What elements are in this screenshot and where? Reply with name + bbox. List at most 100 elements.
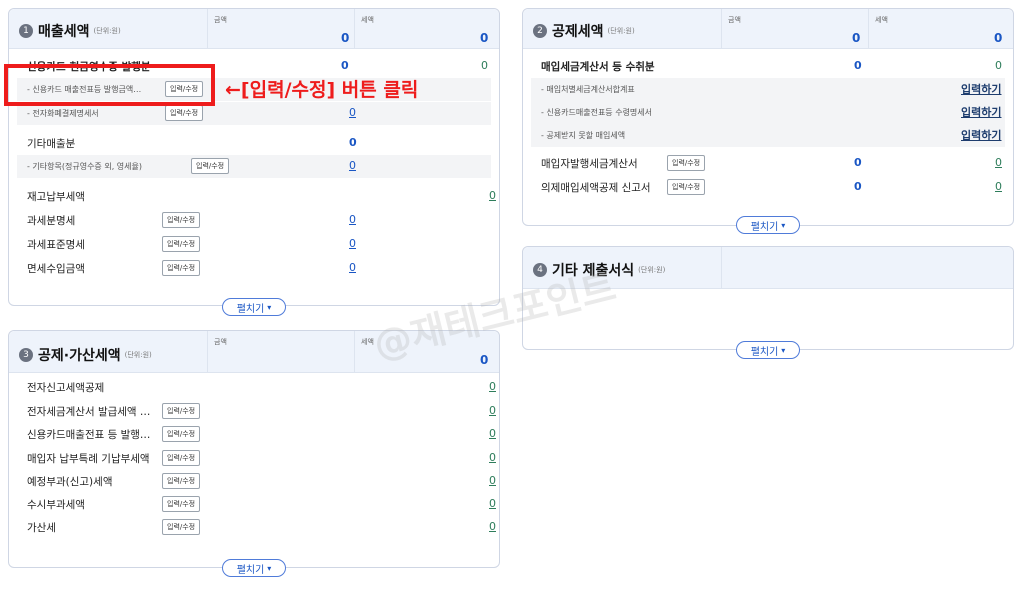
value-link[interactable]: 0 [489, 427, 496, 440]
chevron-down-icon: ▾ [267, 563, 272, 573]
input-edit-button[interactable]: 입력/수정 [162, 519, 201, 535]
value-link[interactable]: 0 [349, 261, 356, 274]
row-purchase-summary: - 매입처별세금계산서합계표 입력하기 [531, 78, 1005, 101]
input-edit-button[interactable]: 입력/수정 [162, 496, 201, 512]
value-link[interactable]: 0 [349, 213, 356, 226]
input-edit-button[interactable]: 입력/수정 [667, 179, 706, 195]
value-link[interactable]: 0 [995, 156, 1002, 169]
value-link[interactable]: 0 [489, 380, 496, 393]
row-e-filing-credit: 전자신고세액공제 0 [17, 376, 496, 399]
input-edit-button[interactable]: 입력/수정 [162, 260, 201, 276]
input-edit-button[interactable]: 입력/수정 [162, 212, 201, 228]
row-label: 신용카드매출전표 등 발행… [27, 429, 151, 441]
value-link[interactable]: 0 [489, 451, 496, 464]
row-label: 수시부과세액 [27, 499, 85, 511]
amount-value: 0 [854, 156, 862, 169]
highlight-box [4, 64, 215, 106]
row-card-receipt: - 신용카드매출전표등 수령명세서 입력하기 [531, 101, 1005, 124]
row-exempt-income: 면세수입금액 입력/수정 0 [17, 257, 491, 280]
input-link[interactable]: 입력하기 [961, 104, 1001, 120]
expand-button[interactable]: 펼치기 ▾ [222, 559, 286, 577]
row-label: 매입자 납부특례 기납부세액 [27, 453, 150, 465]
value-link[interactable]: 0 [349, 237, 356, 250]
value-link[interactable]: 0 [489, 474, 496, 487]
value-link[interactable]: 0 [489, 497, 496, 510]
amount-value: 0 [341, 59, 349, 72]
input-edit-button[interactable]: 입력/수정 [162, 450, 201, 466]
tax-total: 0 [994, 31, 1003, 45]
row-other-items: - 기타항목(정규영수증 외, 영세율) 입력/수정 0 [17, 155, 491, 178]
row-e-invoice-credit: 전자세금계산서 발급세액 … 입력/수정 0 [17, 400, 496, 423]
row-inventory-tax: 재고납부세액 0 [17, 185, 496, 208]
input-edit-button[interactable]: 입력/수정 [667, 155, 706, 171]
row-buyer-issued-invoice: 매입자발행세금계산서 입력/수정 0 0 [531, 152, 1005, 175]
input-edit-button[interactable]: 입력/수정 [162, 426, 201, 442]
chevron-down-icon: ▾ [781, 345, 786, 355]
row-occasional-tax: 수시부과세액 입력/수정 0 [17, 493, 496, 516]
expand-button[interactable]: 펼치기 ▾ [736, 341, 800, 359]
input-edit-button[interactable]: 입력/수정 [162, 403, 201, 419]
row-label: - 전자화폐결제명세서 [27, 109, 99, 118]
row-label: 매입세금계산서 등 수취분 [541, 61, 655, 73]
row-label: 예정부과(신고)세액 [27, 476, 113, 488]
amount-value: 0 [349, 136, 357, 149]
amount-value: 0 [854, 59, 862, 72]
value-link[interactable]: 0 [995, 180, 1002, 193]
row-preliminary-tax: 예정부과(신고)세액 입력/수정 0 [17, 470, 496, 493]
expand-button[interactable]: 펼치기 ▾ [222, 298, 286, 316]
input-link[interactable]: 입력하기 [961, 81, 1001, 97]
section-number-badge: 2 [533, 24, 547, 38]
row-label: - 공제받지 못할 매입세액 [541, 131, 626, 140]
row-label: 재고납부세액 [27, 191, 85, 203]
row-label: 의제매입세액공제 신고서 [541, 182, 651, 194]
panel-title: 2 공제세액 (단위:원) [533, 21, 635, 41]
amount-total: 0 [852, 31, 861, 45]
value-link[interactable]: 0 [489, 189, 496, 202]
row-purchase-invoice: 매입세금계산서 등 수취분 0 0 [531, 55, 1005, 78]
row-deemed-purchase: 의제매입세액공제 신고서 입력/수정 0 0 [531, 176, 1005, 199]
row-other-sales: 기타매출분 0 [17, 132, 491, 155]
row-label: 전자세금계산서 발급세액 … [27, 406, 151, 418]
tax-total: 0 [480, 353, 489, 367]
tax-value: 0 [995, 59, 1002, 72]
row-label: 과세표준명세 [27, 239, 85, 251]
expand-label: 펼치기 [750, 221, 779, 233]
chevron-down-icon: ▾ [267, 302, 272, 312]
row-label: 매입자발행세금계산서 [541, 158, 638, 170]
tax-value: 0 [481, 59, 488, 72]
section-number-badge: 3 [19, 348, 33, 362]
panel-header: 2 공제세액 (단위:원) 금액 0 세액 0 [523, 9, 1013, 49]
panel-title: 1 매출세액 (단위:원) [19, 21, 121, 41]
chevron-down-icon: ▾ [781, 220, 786, 230]
sales-tax-panel: 1 매출세액 (단위:원) 금액 0 세액 0 신용카드·현금영수증 발행분 0… [8, 8, 500, 316]
value-link[interactable]: 0 [349, 159, 356, 172]
unit-label: (단위:원) [607, 27, 635, 35]
panel-title: 3 공제·가산세액 (단위:원) [19, 345, 152, 365]
input-link[interactable]: 입력하기 [961, 127, 1001, 143]
section-title: 매출세액 [38, 24, 90, 40]
expand-button[interactable]: 펼치기 ▾ [736, 216, 800, 234]
tax-total: 0 [480, 31, 489, 45]
row-label: - 매입처별세금계산서합계표 [541, 85, 635, 94]
row-label: - 신용카드매출전표등 수령명세서 [541, 108, 653, 117]
row-card-slip-credit: 신용카드매출전표 등 발행… 입력/수정 0 [17, 423, 496, 446]
deduction-tax-panel: 2 공제세액 (단위:원) 금액 0 세액 0 매입세금계산서 등 수취분 0 … [522, 8, 1014, 234]
deduction-addition-tax-panel: 3 공제·가산세액 (단위:원) 금액 세액 0 전자신고세액공제 0 전자세금… [8, 330, 500, 577]
value-link[interactable]: 0 [489, 404, 496, 417]
tax-column-header: 세액 [875, 16, 888, 24]
row-tax-base-detail: 과세표준명세 입력/수정 0 [17, 233, 491, 256]
expand-label: 펼치기 [236, 564, 265, 576]
tax-column-header: 세액 [361, 16, 374, 24]
input-edit-button[interactable]: 입력/수정 [162, 236, 201, 252]
unit-label: (단위:원) [93, 27, 121, 35]
input-edit-button[interactable]: 입력/수정 [165, 105, 204, 121]
value-link[interactable]: 0 [349, 106, 356, 119]
amount-total: 0 [341, 31, 350, 45]
value-link[interactable]: 0 [489, 520, 496, 533]
input-edit-button[interactable]: 입력/수정 [191, 158, 230, 174]
section-title: 공제세액 [552, 24, 604, 40]
input-edit-button[interactable]: 입력/수정 [162, 473, 201, 489]
row-buyer-payment-special: 매입자 납부특례 기납부세액 입력/수정 0 [17, 447, 496, 470]
section-title: 공제·가산세액 [38, 348, 121, 364]
section-number-badge: 1 [19, 24, 33, 38]
